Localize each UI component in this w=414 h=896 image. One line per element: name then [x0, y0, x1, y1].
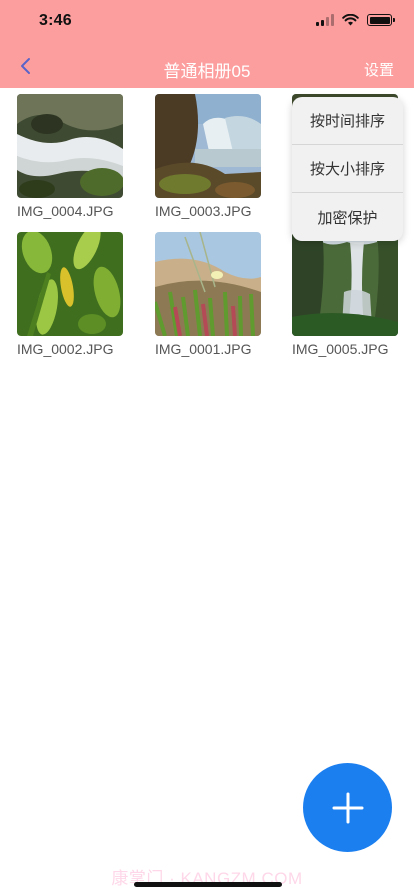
photo-thumbnail: [292, 232, 398, 336]
photo-item[interactable]: IMG_0001.JPG: [155, 232, 261, 357]
header-bar: 3:46 普通相册05 设置: [0, 0, 414, 88]
photo-item[interactable]: IMG_0002.JPG: [17, 232, 123, 357]
photo-item[interactable]: IMG_0005.JPG: [292, 232, 398, 357]
photo-item[interactable]: IMG_0003.JPG: [155, 94, 261, 219]
page-title: 普通相册05: [163, 62, 251, 81]
photo-name: IMG_0004.JPG: [17, 203, 114, 219]
photo-name: IMG_0001.JPG: [155, 341, 252, 357]
status-icons: [316, 14, 395, 26]
status-time: 3:46: [39, 12, 72, 29]
photo-thumbnail: [17, 94, 123, 198]
signal-icon: [316, 14, 334, 26]
photo-name: IMG_0003.JPG: [155, 203, 252, 219]
menu-item-sort-by-size[interactable]: 按大小排序: [292, 145, 403, 193]
settings-button[interactable]: 设置: [364, 59, 394, 80]
wifi-icon: [342, 14, 359, 26]
photo-name: IMG_0005.JPG: [292, 341, 389, 357]
photo-thumbnail: [155, 232, 261, 336]
options-menu: 按时间排序 按大小排序 加密保护: [292, 97, 403, 241]
photo-item[interactable]: IMG_0004.JPG: [17, 94, 123, 219]
photo-name: IMG_0002.JPG: [17, 341, 114, 357]
battery-icon: [367, 14, 395, 26]
menu-item-encrypt[interactable]: 加密保护: [292, 193, 403, 241]
add-photo-button[interactable]: [303, 763, 392, 852]
plus-icon: [332, 792, 363, 823]
menu-item-sort-by-time[interactable]: 按时间排序: [292, 97, 403, 145]
home-indicator: [134, 882, 282, 887]
photo-thumbnail: [155, 94, 261, 198]
photo-thumbnail: [17, 232, 123, 336]
